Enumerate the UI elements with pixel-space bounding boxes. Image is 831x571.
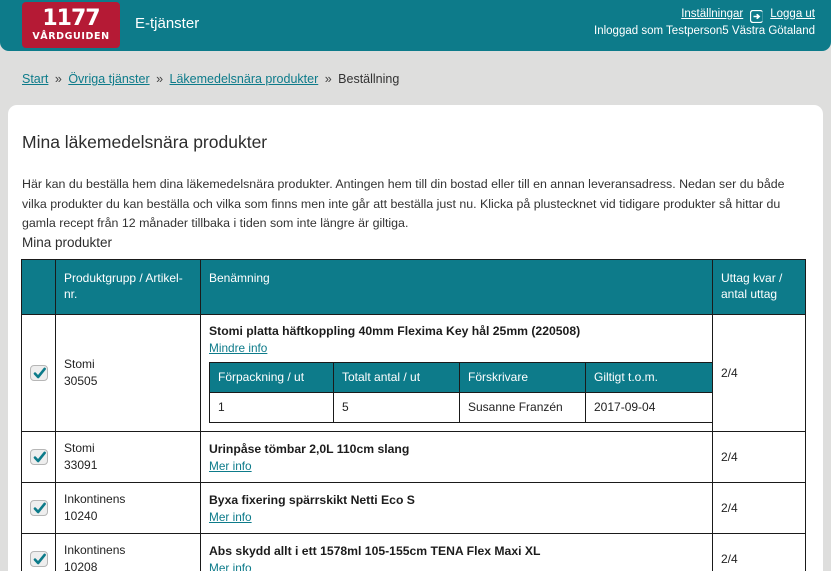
breadcrumb-item-start[interactable]: Start (22, 72, 48, 86)
content-card: Mina läkemedelsnära produkter Här kan du… (8, 105, 823, 571)
top-header-bar: 1177 VÅRDGUIDEN E-tjänster Inställningar… (0, 0, 831, 51)
settings-link[interactable]: Inställningar (681, 6, 743, 23)
detail-value-forpackning: 1 (209, 392, 334, 423)
column-header-uttag: Uttag kvar / antal uttag (712, 259, 806, 315)
intro-paragraph: Här kan du beställa hem dina läkemedelsn… (22, 177, 785, 231)
products-table: Produktgrupp / Artikel-nr. Benämning Utt… (21, 259, 806, 571)
products-table-head: Produktgrupp / Artikel-nr. Benämning Utt… (21, 259, 806, 315)
row-product-group-cell: Inkontinens 10240 (55, 482, 201, 534)
product-detail-table: Förpackning / ut Totalt antal / ut Försk… (209, 362, 713, 423)
column-header-benamning: Benämning (200, 259, 713, 315)
row-product-group-cell: Stomi 33091 (55, 431, 201, 483)
row-select-cell[interactable] (21, 482, 56, 534)
logo-vardguiden-text: VÅRDGUIDEN (32, 31, 110, 43)
row-uttag-cell: 2/4 (712, 431, 806, 483)
toggle-info-link[interactable]: Mer info (209, 459, 252, 473)
checkbox-checked-icon[interactable] (30, 365, 48, 381)
toggle-info-link[interactable]: Mindre info (209, 341, 267, 355)
logged-in-as-text: Inloggad som Testperson5 Västra Götaland (594, 25, 815, 37)
logo-1177-text: 1177 (42, 6, 100, 32)
row-product-name-cell: Stomi platta häftkoppling 40mm Flexima K… (200, 314, 713, 432)
service-title: E-tjänster (135, 15, 200, 32)
product-article-number: 30505 (64, 374, 98, 388)
row-uttag-cell: 2/4 (712, 482, 806, 534)
detail-header-row: Förpackning / ut Totalt antal / ut Försk… (209, 362, 713, 393)
breadcrumb-item-ovriga-tjanster[interactable]: Övriga tjänster (68, 72, 149, 86)
product-group-name: Stomi (64, 441, 95, 455)
detail-value-forskrivare: Susanne Franzén (459, 392, 586, 423)
checkbox-checked-icon[interactable] (30, 551, 48, 567)
detail-value-totalt-antal: 5 (333, 392, 460, 423)
breadcrumb-item-bestallning: Beställning (338, 72, 400, 86)
logout-link[interactable]: Logga ut (770, 6, 815, 23)
product-article-number: 33091 (64, 458, 98, 472)
product-name: Abs skydd allt i ett 1578ml 105-155cm TE… (209, 544, 541, 558)
account-links-row: Inställningar Logga ut (594, 6, 815, 24)
row-product-group-cell: Stomi 30505 (55, 314, 201, 432)
breadcrumb-separator: » (54, 72, 62, 86)
detail-table-head: Förpackning / ut Totalt antal / ut Försk… (209, 362, 713, 393)
column-header-select (21, 259, 56, 315)
row-select-cell[interactable] (21, 431, 56, 483)
product-name: Stomi platta häftkoppling 40mm Flexima K… (209, 324, 581, 338)
detail-header-forskrivare: Förskrivare (459, 362, 586, 393)
account-area: Inställningar Logga ut Inloggad som Test… (594, 6, 815, 40)
exit-arrow-icon (750, 9, 764, 24)
page-title: Mina läkemedelsnära produkter (22, 132, 268, 152)
product-article-number: 10208 (64, 560, 98, 571)
table-header-row: Produktgrupp / Artikel-nr. Benämning Utt… (21, 259, 806, 315)
toggle-info-link[interactable]: Mer info (209, 561, 252, 571)
row-select-cell[interactable] (21, 314, 56, 432)
detail-header-forpackning: Förpackning / ut (209, 362, 334, 393)
table-row[interactable]: Stomi 33091 Urinpåse tömbar 2,0L 110cm s… (21, 431, 806, 483)
product-group-name: Inkontinens (64, 543, 126, 557)
page-root: 1177 VÅRDGUIDEN E-tjänster Inställningar… (0, 0, 831, 571)
breadcrumb-separator: » (156, 72, 164, 86)
product-group-name: Inkontinens (64, 492, 126, 506)
row-select-cell[interactable] (21, 533, 56, 571)
detail-header-totalt-antal: Totalt antal / ut (333, 362, 460, 393)
site-logo[interactable]: 1177 VÅRDGUIDEN (22, 2, 120, 48)
detail-value-giltigt-tom: 2017-09-04 (585, 392, 713, 423)
products-table-body: Stomi 30505 Stomi platta häftkoppling 40… (21, 314, 806, 571)
breadcrumb-separator: » (324, 72, 332, 86)
breadcrumb-item-lakemedelsnara-produkter[interactable]: Läkemedelsnära produkter (170, 72, 319, 86)
product-group-name: Stomi (64, 357, 95, 371)
row-product-name-cell: Abs skydd allt i ett 1578ml 105-155cm TE… (200, 533, 713, 571)
row-product-group-cell: Inkontinens 10208 (55, 533, 201, 571)
breadcrumb: Start » Övriga tjänster » Läkemedelsnära… (22, 72, 399, 86)
detail-header-giltigt-tom: Giltigt t.o.m. (585, 362, 713, 393)
table-row[interactable]: Stomi 30505 Stomi platta häftkoppling 40… (21, 314, 806, 432)
column-header-produktgrupp: Produktgrupp / Artikel-nr. (55, 259, 201, 315)
product-article-number: 10240 (64, 509, 98, 523)
row-uttag-cell: 2/4 (712, 533, 806, 571)
row-product-name-cell: Byxa fixering spärrskikt Netti Eco S Mer… (200, 482, 713, 534)
row-uttag-cell: 2/4 (712, 314, 806, 432)
detail-value-row: 1 5 Susanne Franzén 2017-09-04 (209, 392, 713, 423)
checkbox-checked-icon[interactable] (30, 500, 48, 516)
detail-table-body: 1 5 Susanne Franzén 2017-09-04 (209, 392, 713, 423)
table-row[interactable]: Inkontinens 10240 Byxa fixering spärrski… (21, 482, 806, 534)
product-name: Byxa fixering spärrskikt Netti Eco S (209, 493, 415, 507)
table-row[interactable]: Inkontinens 10208 Abs skydd allt i ett 1… (21, 533, 806, 571)
toggle-info-link[interactable]: Mer info (209, 510, 252, 524)
row-product-name-cell: Urinpåse tömbar 2,0L 110cm slang Mer inf… (200, 431, 713, 483)
product-name: Urinpåse tömbar 2,0L 110cm slang (209, 442, 410, 456)
section-title-mina-produkter: Mina produkter (22, 235, 113, 250)
checkbox-checked-icon[interactable] (30, 449, 48, 465)
